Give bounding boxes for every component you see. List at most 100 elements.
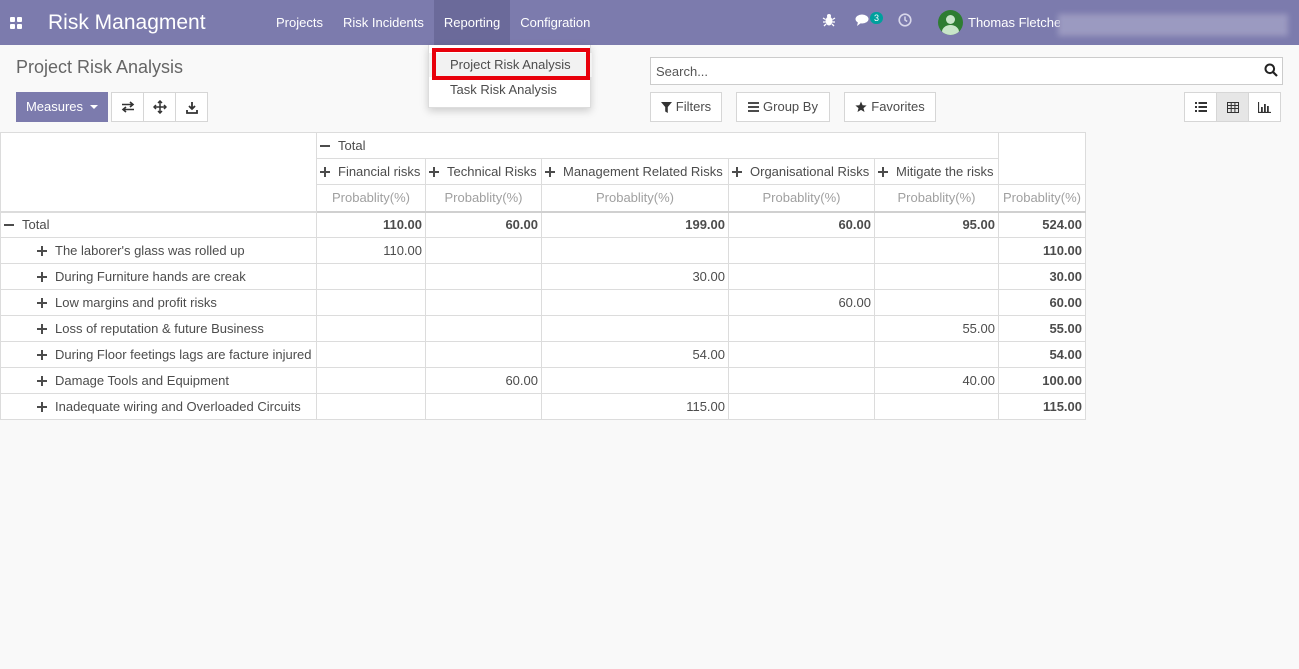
clock-icon[interactable]: [898, 13, 912, 30]
menu-reporting[interactable]: Reporting: [433, 0, 511, 45]
cell-total[interactable]: 30.00: [998, 263, 1086, 290]
cell[interactable]: [541, 367, 729, 394]
cell[interactable]: [728, 393, 875, 420]
graph-view-button[interactable]: [1248, 92, 1281, 122]
cell[interactable]: [728, 367, 875, 394]
cell[interactable]: [425, 341, 542, 368]
cell[interactable]: 54.00: [541, 341, 729, 368]
cell[interactable]: [728, 237, 875, 264]
measure-header[interactable]: Probablity(%): [425, 184, 542, 212]
measure-header[interactable]: Probablity(%): [728, 184, 875, 212]
pivot-corner: [0, 132, 317, 213]
cell[interactable]: [425, 315, 542, 342]
cell[interactable]: [316, 289, 426, 316]
apps-menu-icon[interactable]: [0, 0, 32, 45]
cell[interactable]: 110.00: [316, 237, 426, 264]
cell[interactable]: [425, 393, 542, 420]
cell[interactable]: 40.00: [874, 367, 999, 394]
redacted-area: [1058, 14, 1288, 36]
search-icon[interactable]: [1264, 63, 1278, 77]
cell[interactable]: 95.00: [874, 210, 999, 238]
col-header-total[interactable]: Total: [316, 132, 999, 159]
cell[interactable]: [728, 263, 875, 290]
cell[interactable]: [316, 263, 426, 290]
cell[interactable]: 60.00: [425, 367, 542, 394]
expand-icon: [429, 167, 439, 177]
bug-icon[interactable]: [822, 13, 836, 30]
measure-header[interactable]: Probablity(%): [541, 184, 729, 212]
pivot-rows: The laborer's glass was rolled up 110.00 1…: [0, 237, 1086, 420]
cell[interactable]: [316, 341, 426, 368]
row-header[interactable]: During Furniture hands are creak: [0, 263, 317, 290]
dropdown-item-project-risk-analysis[interactable]: Project Risk Analysis: [429, 53, 592, 77]
cell[interactable]: 60.00: [728, 289, 875, 316]
cell[interactable]: 60.00: [425, 210, 542, 238]
measure-header[interactable]: Probablity(%): [874, 184, 999, 212]
cell-total[interactable]: 524.00: [998, 210, 1086, 238]
cell[interactable]: [316, 393, 426, 420]
cell[interactable]: [874, 393, 999, 420]
menu-risk-incidents[interactable]: Risk Incidents: [333, 0, 434, 45]
top-navbar: Risk Managment Projects Risk Incidents R…: [0, 0, 1299, 45]
cell[interactable]: [541, 315, 729, 342]
measures-button[interactable]: Measures: [16, 92, 108, 122]
cell[interactable]: [425, 289, 542, 316]
col-header-organisational-risks[interactable]: Organisational Risks: [728, 158, 875, 185]
cell[interactable]: [425, 263, 542, 290]
cell[interactable]: [316, 315, 426, 342]
cell[interactable]: [728, 341, 875, 368]
cell-total[interactable]: 110.00: [998, 237, 1086, 264]
measure-header[interactable]: Probablity(%): [998, 184, 1086, 212]
cell[interactable]: [728, 315, 875, 342]
cell-total[interactable]: 54.00: [998, 341, 1086, 368]
app-title[interactable]: Risk Managment: [48, 0, 254, 45]
dropdown-item-task-risk-analysis[interactable]: Task Risk Analysis: [429, 78, 592, 102]
cell[interactable]: [425, 237, 542, 264]
row-header[interactable]: Loss of reputation & future Business: [0, 315, 317, 342]
cell[interactable]: 30.00: [541, 263, 729, 290]
row-header[interactable]: Inadequate wiring and Overloaded Circuit…: [0, 393, 317, 420]
cell[interactable]: [874, 263, 999, 290]
pivot-view-button[interactable]: [1216, 92, 1249, 122]
col-header-mitigate-risks[interactable]: Mitigate the risks: [874, 158, 999, 185]
list-icon: [1194, 102, 1207, 112]
download-button[interactable]: [175, 92, 208, 122]
row-header-total[interactable]: Total: [0, 210, 317, 238]
row-header[interactable]: The laborer's glass was rolled up: [0, 237, 317, 264]
cell-total[interactable]: 60.00: [998, 289, 1086, 316]
cell[interactable]: [874, 341, 999, 368]
list-view-button[interactable]: [1184, 92, 1217, 122]
menu-projects[interactable]: Projects: [266, 0, 333, 45]
user-avatar[interactable]: [938, 10, 963, 35]
cell[interactable]: [541, 289, 729, 316]
expand-all-button[interactable]: [143, 92, 176, 122]
cell[interactable]: 199.00: [541, 210, 729, 238]
col-header-technical-risks[interactable]: Technical Risks: [425, 158, 542, 185]
row-header[interactable]: During Floor feetings lags are facture i…: [0, 341, 317, 368]
cell-total[interactable]: 115.00: [998, 393, 1086, 420]
menu-configration[interactable]: Configration: [510, 0, 600, 45]
cell[interactable]: 110.00: [316, 210, 426, 238]
cell[interactable]: [541, 237, 729, 264]
cell[interactable]: 60.00: [728, 210, 875, 238]
cell[interactable]: [874, 237, 999, 264]
cell[interactable]: [316, 367, 426, 394]
cell[interactable]: 55.00: [874, 315, 999, 342]
col-header-management-risks[interactable]: Management Related Risks: [541, 158, 729, 185]
col-header-financial-risks[interactable]: Financial risks: [316, 158, 426, 185]
groupby-button[interactable]: Group By: [736, 92, 830, 122]
flip-axis-button[interactable]: [111, 92, 144, 122]
expand-icon: [37, 246, 47, 256]
measure-header[interactable]: Probablity(%): [316, 184, 426, 212]
cell[interactable]: 115.00: [541, 393, 729, 420]
chat-icon[interactable]: [855, 13, 871, 30]
search-input[interactable]: [651, 58, 1251, 84]
user-name[interactable]: Thomas Fletcher: [968, 0, 1060, 45]
row-header[interactable]: Damage Tools and Equipment: [0, 367, 317, 394]
favorites-button[interactable]: Favorites: [844, 92, 936, 122]
cell[interactable]: [874, 289, 999, 316]
cell-total[interactable]: 100.00: [998, 367, 1086, 394]
cell-total[interactable]: 55.00: [998, 315, 1086, 342]
filters-button[interactable]: Filters: [650, 92, 722, 122]
row-header[interactable]: Low margins and profit risks: [0, 289, 317, 316]
